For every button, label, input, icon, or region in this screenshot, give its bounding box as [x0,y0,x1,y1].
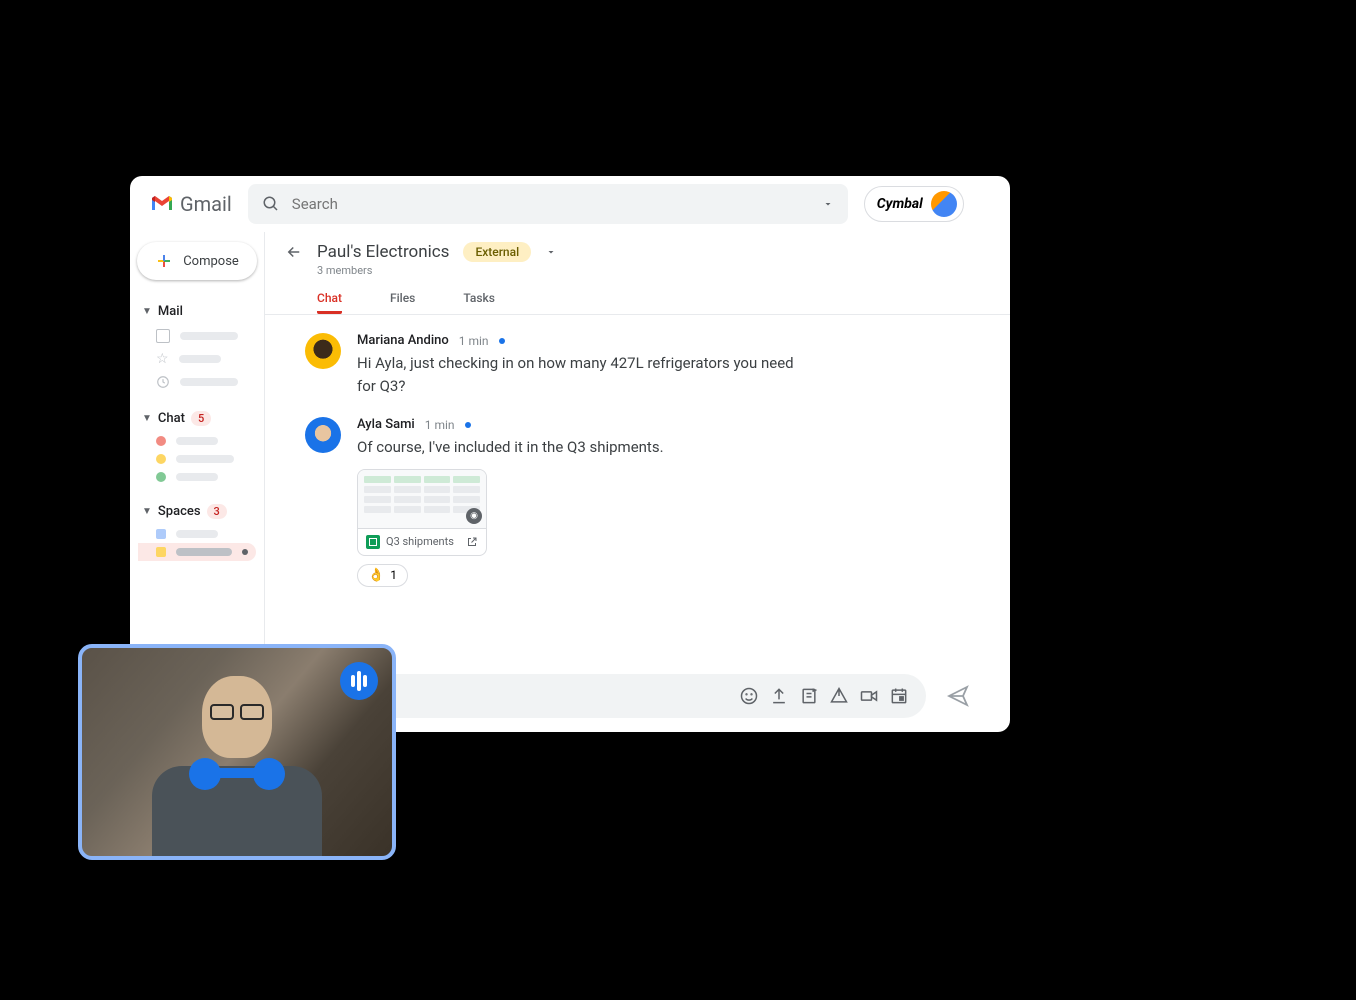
message-time: 1 min [459,334,489,348]
nav-label: Mail [158,304,183,319]
popout-icon[interactable] [466,536,478,548]
speaking-indicator-icon [340,662,378,700]
nav-placeholder [176,437,218,445]
nav-placeholder [176,548,232,556]
unread-indicator [499,338,505,344]
presence-dot [156,436,166,446]
message: Ayla Sami 1 min Of course, I've included… [305,417,970,587]
space-tabs: Chat Files Tasks [317,285,990,314]
emoji-icon[interactable] [738,685,760,707]
upload-icon[interactable] [768,685,790,707]
chevron-down-icon: ▼ [142,413,152,424]
attachment-name: Q3 shipments [386,535,460,548]
nav-item-chat[interactable] [138,432,256,450]
chevron-down-icon: ▼ [142,506,152,517]
external-badge: External [463,242,531,262]
nav-item-space-active[interactable] [138,543,256,561]
tab-chat[interactable]: Chat [317,285,342,314]
inbox-icon [156,329,170,343]
space-menu-icon[interactable] [545,246,557,258]
nav-badge: 3 [207,504,227,519]
presence-dot [156,454,166,464]
org-name: Cymbal [877,196,923,212]
nav-item-inbox[interactable] [138,325,256,347]
message-list: Mariana Andino 1 min Hi Ayla, just check… [265,315,1010,666]
nav-header-mail[interactable]: ▼ Mail [138,298,256,325]
avatar[interactable] [305,417,341,453]
nav-label: Spaces [158,504,201,519]
gmail-icon [150,192,174,216]
nav-item-chat[interactable] [138,468,256,486]
nav-placeholder [176,530,218,538]
presence-dot [156,472,166,482]
nav-item-starred[interactable]: ☆ [138,347,256,371]
sheets-icon [366,535,380,549]
search-icon [262,195,280,213]
nav-section-chat: ▼ Chat 5 [138,405,256,486]
calendar-icon[interactable] [888,685,910,707]
plus-icon [155,252,173,270]
reaction-emoji: 👌 [368,568,384,583]
space-icon [156,547,166,557]
nav-label: Chat [158,411,185,426]
nav-section-spaces: ▼ Spaces 3 [138,498,256,561]
reaction-chip[interactable]: 👌 1 [357,564,408,587]
clock-icon [156,375,170,389]
attachment-preview: ◉ [358,470,486,528]
message-text: Hi Ayla, just checking in on how many 42… [357,352,797,397]
nav-item-snoozed[interactable] [138,371,256,393]
nav-section-mail: ▼ Mail ☆ [138,298,256,393]
reaction-count: 1 [390,568,397,582]
search-bar[interactable] [248,184,848,224]
avatar [931,191,957,217]
space-title: Paul's Electronics [317,242,449,262]
tab-tasks[interactable]: Tasks [463,285,495,314]
nav-item-space[interactable] [138,525,256,543]
app-header: Gmail Cymbal [130,176,1010,232]
unread-dot [242,549,248,555]
search-input[interactable] [292,195,810,213]
docs-icon[interactable] [798,685,820,707]
message-time: 1 min [425,418,455,432]
video-call-tile[interactable] [78,644,396,860]
account-chip[interactable]: Cymbal [864,186,964,222]
search-options-icon[interactable] [822,198,834,210]
nav-header-chat[interactable]: ▼ Chat 5 [138,405,256,432]
video-participant [147,666,327,856]
compose-label: Compose [183,254,239,269]
nav-placeholder [176,473,218,481]
nav-badge: 5 [191,411,211,426]
compose-button[interactable]: Compose [137,242,257,280]
nav-placeholder [179,355,221,363]
author-name: Mariana Andino [357,333,449,348]
chevron-down-icon: ▼ [142,306,152,317]
nav-item-chat[interactable] [138,450,256,468]
members-count[interactable]: 3 members [317,264,990,277]
message-composer[interactable] [305,674,926,718]
video-icon[interactable] [858,685,880,707]
tab-files[interactable]: Files [390,285,415,314]
message: Mariana Andino 1 min Hi Ayla, just check… [305,333,970,397]
nav-header-spaces[interactable]: ▼ Spaces 3 [138,498,256,525]
message-text: Of course, I've included it in the Q3 sh… [357,436,797,459]
unread-indicator [465,422,471,428]
avatar[interactable] [305,333,341,369]
gmail-logo[interactable]: Gmail [150,192,232,216]
star-icon: ☆ [156,351,169,367]
space-header: Paul's Electronics External 3 members Ch… [265,232,1010,315]
back-button[interactable] [285,243,303,261]
drive-icon[interactable] [828,685,850,707]
author-name: Ayla Sami [357,417,415,432]
nav-placeholder [180,378,238,386]
send-button[interactable] [946,684,970,708]
nav-placeholder [180,332,238,340]
app-name: Gmail [180,192,232,216]
attachment-card[interactable]: ◉ Q3 shipments [357,469,487,556]
drive-badge-icon: ◉ [466,508,482,524]
nav-placeholder [176,455,234,463]
space-icon [156,529,166,539]
